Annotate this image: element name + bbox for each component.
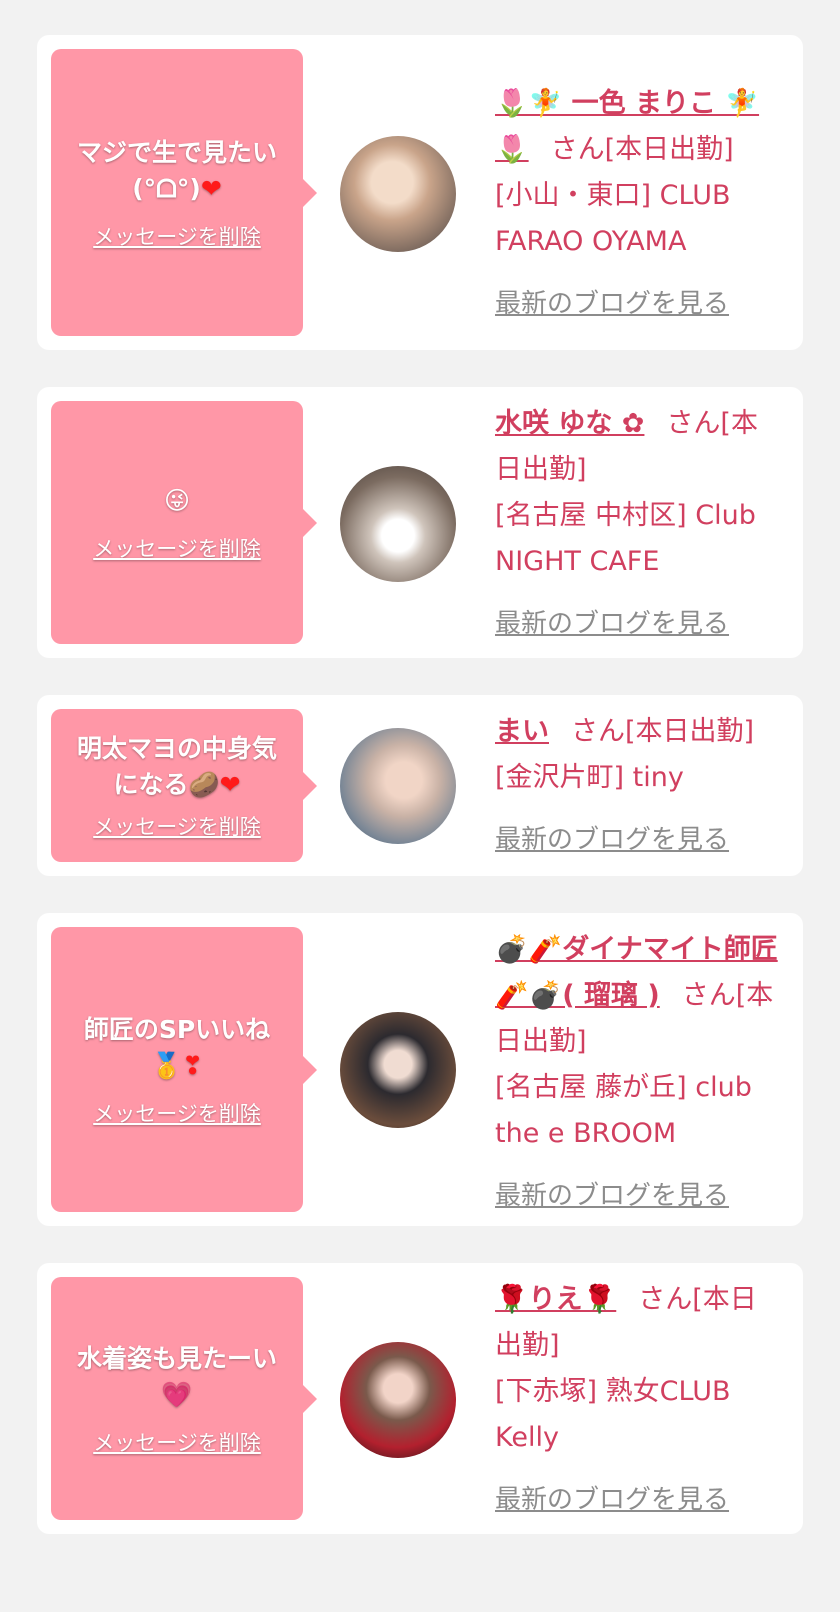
- delete-message-link[interactable]: メッセージを削除: [93, 1098, 261, 1128]
- delete-message-link[interactable]: メッセージを削除: [93, 533, 261, 563]
- latest-blog-link[interactable]: 最新のブログを見る: [495, 817, 783, 863]
- message-card: 水着姿も見たーい 💗 メッセージを削除 🌹りえ🌹 さん[本日出勤] [下赤塚] 熟…: [37, 1263, 803, 1534]
- message-bubble: 師匠のSPいいね 🥇❣ メッセージを削除: [51, 927, 317, 1212]
- shop-name: [金沢片町] tiny: [495, 762, 684, 793]
- profile-name-link[interactable]: 🌹りえ🌹: [495, 1284, 616, 1315]
- message-card: 師匠のSPいいね 🥇❣ メッセージを削除 💣🧨ダイナマイト師匠🧨💣( 瑠璃 ) さ…: [37, 913, 803, 1226]
- message-card: 明太マヨの中身気 になる🥔❤ メッセージを削除 まい さん[本日出勤] [金沢片町…: [37, 695, 803, 876]
- profile-info: 水咲 ゆな ✿ さん[本日出勤] [名古屋 中村区] Club NIGHT CAF…: [495, 401, 783, 647]
- message-text: 明太マヨの中身気 になる🥔❤: [76, 733, 277, 799]
- delete-message-link[interactable]: メッセージを削除: [93, 1427, 261, 1457]
- message-bubble: 😜 メッセージを削除: [51, 401, 317, 644]
- shop-name: [名古屋 中村区] Club NIGHT CAFE: [495, 500, 756, 577]
- message-text: 水着姿も見たーい 💗: [76, 1343, 277, 1409]
- delete-message-link[interactable]: メッセージを削除: [93, 221, 261, 251]
- message-card: 😜 メッセージを削除 水咲 ゆな ✿ さん[本日出勤] [名古屋 中村区] Clu…: [37, 387, 803, 658]
- latest-blog-link[interactable]: 最新のブログを見る: [495, 1477, 783, 1523]
- delete-message-link[interactable]: メッセージを削除: [93, 811, 261, 841]
- latest-blog-link[interactable]: 最新のブログを見る: [495, 281, 783, 327]
- avatar[interactable]: [340, 1342, 456, 1458]
- heart-exclamation-emoji: ❣: [182, 1050, 204, 1080]
- status-text: さん[本日出勤]: [550, 134, 734, 165]
- profile-info: 💣🧨ダイナマイト師匠🧨💣( 瑠璃 ) さん[本日出勤] [名古屋 藤が丘] clu…: [495, 927, 783, 1219]
- status-text: さん[本日出勤]: [571, 716, 755, 747]
- latest-blog-link[interactable]: 最新のブログを見る: [495, 601, 783, 647]
- avatar[interactable]: [340, 136, 456, 252]
- message-text: 師匠のSPいいね 🥇❣: [83, 1014, 271, 1080]
- heart-emoji: ❤: [219, 769, 241, 799]
- profile-name-link[interactable]: まい: [495, 716, 549, 747]
- profile-info: まい さん[本日出勤] [金沢片町] tiny 最新のブログを見る: [495, 709, 783, 863]
- latest-blog-link[interactable]: 最新のブログを見る: [495, 1173, 783, 1219]
- shop-name: [小山・東口] CLUB FARAO OYAMA: [495, 180, 731, 257]
- message-bubble: 水着姿も見たーい 💗 メッセージを削除: [51, 1277, 317, 1520]
- shop-name: [下赤塚] 熟女CLUB Kelly: [495, 1376, 731, 1453]
- message-text: 😜: [163, 485, 191, 515]
- profile-info: 🌷🧚 一色 まりこ 🧚🌷 さん[本日出勤] [小山・東口] CLUB FARAO …: [495, 81, 783, 327]
- message-card: マジで生で見たい (°ᗝ°)❤ メッセージを削除 🌷🧚 一色 まりこ 🧚🌷 さん[…: [37, 35, 803, 350]
- avatar[interactable]: [340, 1012, 456, 1128]
- shop-name: [名古屋 藤が丘] club the e BROOM: [495, 1072, 752, 1149]
- profile-name-link[interactable]: 水咲 ゆな ✿: [495, 408, 644, 439]
- profile-info: 🌹りえ🌹 さん[本日出勤] [下赤塚] 熟女CLUB Kelly 最新のブログを見…: [495, 1277, 783, 1523]
- message-text: マジで生で見たい (°ᗝ°)❤: [76, 137, 277, 203]
- heart-emoji: ❤: [200, 173, 222, 203]
- message-bubble: 明太マヨの中身気 になる🥔❤ メッセージを削除: [51, 709, 317, 862]
- avatar[interactable]: [340, 466, 456, 582]
- avatar[interactable]: [340, 728, 456, 844]
- message-bubble: マジで生で見たい (°ᗝ°)❤ メッセージを削除: [51, 49, 317, 336]
